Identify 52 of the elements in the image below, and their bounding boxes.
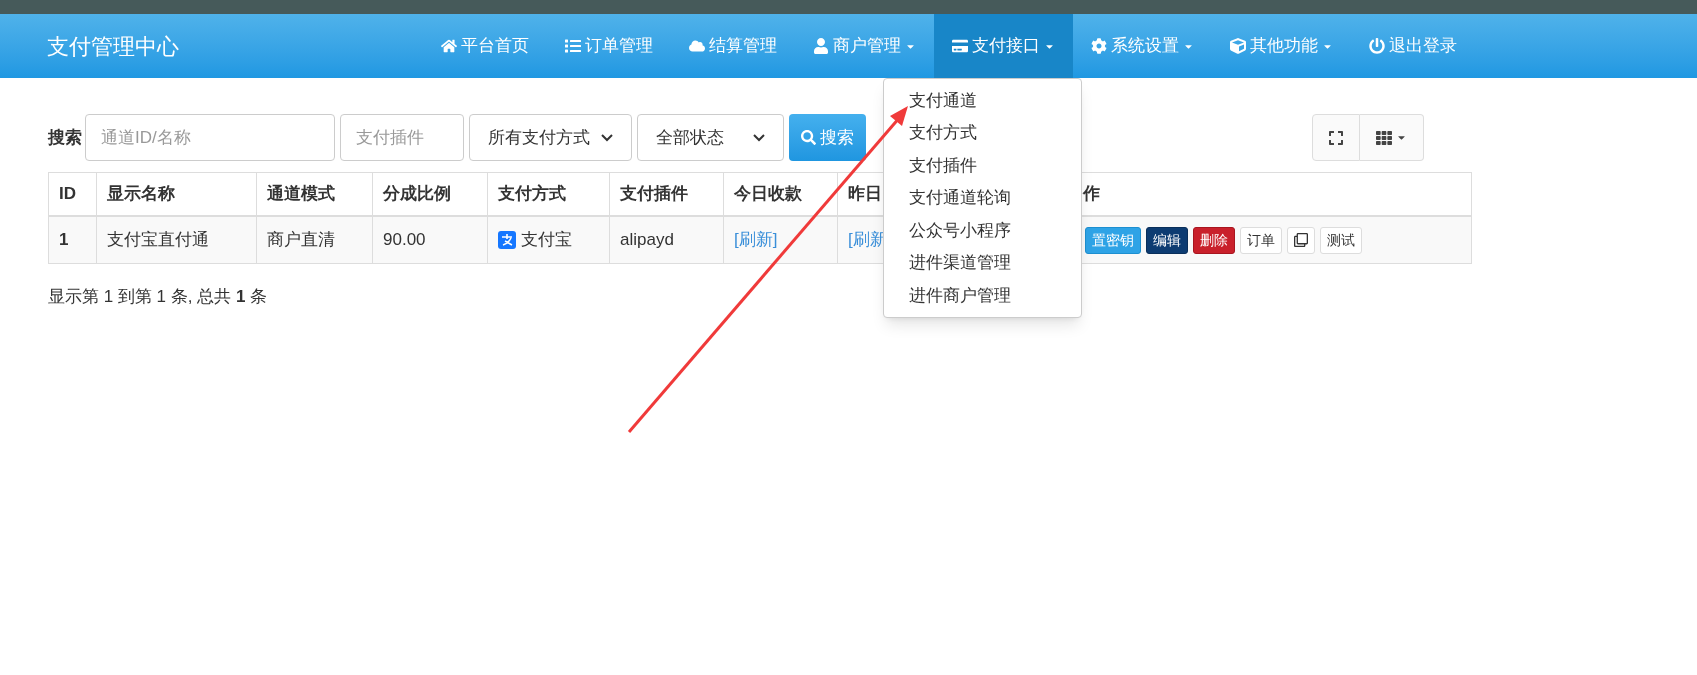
- grid-icon: [1376, 129, 1392, 146]
- expand-icon: [1328, 129, 1344, 146]
- search-field[interactable]: 支付插件: [340, 114, 464, 161]
- column-header: ID: [59, 183, 76, 206]
- table-cell-text: 支付宝: [521, 229, 572, 252]
- search-field[interactable]: 通道ID/名称: [85, 114, 335, 161]
- cloud-icon: [689, 38, 705, 54]
- copy-button[interactable]: [1287, 226, 1315, 254]
- user-icon: [813, 38, 829, 54]
- column-header: 支付方式: [498, 183, 566, 206]
- menu-item[interactable]: 支付插件: [884, 149, 1081, 182]
- list-icon: [565, 38, 581, 54]
- action-button[interactable]: 删除: [1193, 226, 1235, 254]
- menu-item[interactable]: 进件商户管理: [884, 279, 1081, 312]
- credit-card-icon: [952, 38, 968, 54]
- fullscreen-button[interactable]: [1312, 114, 1360, 161]
- menu-item[interactable]: 支付通道轮询: [884, 181, 1081, 214]
- settings-icon: [1091, 38, 1107, 54]
- table-cell-text: alipayd: [620, 229, 674, 252]
- copy-icon: [1294, 233, 1308, 247]
- table-cell-text: 支付宝直付通: [107, 229, 209, 252]
- action-button[interactable]: 测试: [1320, 226, 1362, 254]
- table-cell-text: 1: [59, 229, 69, 252]
- column-header: 通道模式: [267, 183, 335, 206]
- menu-item[interactable]: 支付通道: [884, 84, 1081, 117]
- action-button[interactable]: 订单: [1240, 226, 1282, 254]
- home-icon: [441, 38, 457, 54]
- column-header: 作: [1083, 183, 1100, 206]
- action-button[interactable]: 编辑: [1146, 226, 1188, 254]
- columns-button[interactable]: [1360, 114, 1424, 161]
- menu-item[interactable]: 进件渠道管理: [884, 246, 1081, 279]
- payment-logo-icon: [498, 231, 516, 249]
- power-icon: [1369, 38, 1385, 54]
- search-label: 搜索: [48, 126, 82, 149]
- table-cell-text: 90.00: [383, 229, 426, 252]
- chevron-down-icon: [753, 133, 765, 142]
- column-header: 支付插件: [620, 183, 688, 206]
- column-header: 显示名称: [107, 183, 175, 206]
- select-field[interactable]: 所有支付方式: [469, 114, 632, 161]
- select-field[interactable]: 全部状态: [637, 114, 784, 161]
- column-header: 今日收款: [734, 183, 802, 206]
- column-header: 昨日: [848, 183, 882, 206]
- menu-item[interactable]: 公众号小程序: [884, 214, 1081, 247]
- menu-item[interactable]: 支付方式: [884, 116, 1081, 149]
- refresh-link[interactable]: [刷新]: [734, 227, 778, 253]
- search-icon: [801, 130, 816, 145]
- pagination-info: 显示第 1 到第 1 条, 总共 1 条: [48, 286, 268, 308]
- chevron-down-icon: [601, 133, 613, 142]
- table-cell-text: 商户直清: [267, 229, 335, 252]
- cube-icon: [1230, 38, 1246, 54]
- column-header: 分成比例: [383, 183, 451, 206]
- nav-item[interactable]: 支付接口: [934, 14, 1073, 78]
